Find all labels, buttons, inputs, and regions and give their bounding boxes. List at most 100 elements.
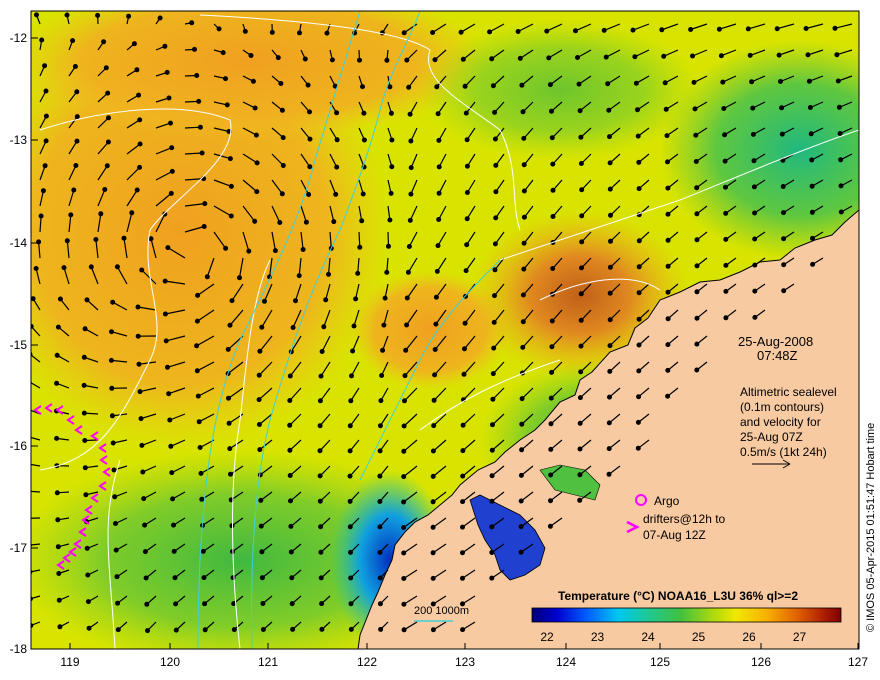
velocity-arrow-head (518, 498, 524, 504)
velocity-arrow-head (258, 523, 264, 529)
velocity-arrow-head (487, 29, 493, 35)
velocity-arrow-head (489, 498, 495, 504)
velocity-arrow-head (694, 341, 700, 347)
velocity-arrow-head (279, 107, 285, 113)
velocity-arrow-head (464, 242, 470, 248)
velocity-arrow-head (665, 342, 671, 348)
velocity-arrow-head (434, 268, 440, 274)
velocity-arrow-head (781, 210, 786, 216)
velocity-arrow-head (105, 139, 111, 145)
velocity-arrow-head (576, 81, 582, 87)
velocity-arrow-head (435, 111, 441, 117)
velocity-arrow-head (167, 417, 173, 423)
velocity-arrow-head (722, 132, 728, 138)
velocity-arrow-head (229, 298, 235, 304)
velocity-arrow-head (305, 82, 311, 88)
velocity-arrow-head (463, 110, 469, 116)
velocity-arrow-head (81, 410, 87, 416)
velocity-arrow-head (377, 601, 383, 607)
lat-tick-label: -15 (10, 338, 28, 352)
velocity-arrow-head (136, 92, 142, 98)
velocity-arrow-head (693, 159, 699, 164)
velocity-arrow-head (577, 395, 583, 401)
velocity-arrow-head (289, 601, 295, 607)
velocity-arrow-head (83, 492, 89, 498)
velocity-arrow-head (139, 442, 145, 448)
velocity-arrow-head (202, 201, 208, 207)
velocity-arrow-head (102, 187, 108, 192)
velocity-arrow-head (194, 73, 200, 78)
drifters-label-line1: drifters@12h to (643, 512, 726, 526)
velocity-arrow-head (751, 184, 757, 190)
velocity-arrow-head (433, 294, 439, 300)
velocity-arrow-head (549, 318, 555, 324)
velocity-arrow-head (55, 517, 61, 523)
velocity-arrow-head (31, 296, 36, 302)
velocity-arrow-head (168, 190, 174, 196)
velocity-arrow-head (139, 267, 145, 273)
velocity-arrow-head (31, 463, 32, 466)
velocity-arrow-head (317, 398, 323, 404)
velocity-arrow-head (355, 270, 361, 276)
velocity-arrow-head (489, 56, 495, 62)
velocity-arrow-head (378, 398, 384, 404)
velocity-arrow-head (248, 53, 254, 58)
velocity-arrow-head (165, 364, 170, 370)
velocity-arrow-head (162, 43, 168, 49)
velocity-arrow-head (72, 64, 78, 69)
velocity-arrow-head (165, 245, 171, 251)
velocity-arrow-head (462, 320, 468, 326)
velocity-arrow-head (227, 446, 233, 452)
velocity-arrow-head (809, 157, 815, 163)
velocity-arrow-head (386, 243, 391, 249)
velocity-arrow-head (84, 545, 90, 551)
velocity-arrow-head (201, 575, 207, 581)
velocity-arrow-head (259, 575, 265, 581)
velocity-arrow-head (544, 28, 550, 34)
velocity-arrow-head (577, 497, 583, 503)
velocity-arrow-head (745, 26, 751, 32)
velocity-arrow-head (143, 575, 149, 581)
velocity-arrow-head (93, 237, 99, 242)
altimetry-legend-line: 25-Aug 07Z (740, 430, 803, 444)
velocity-arrow-head (430, 550, 436, 556)
velocity-arrow-head (287, 373, 293, 379)
velocity-arrow-head (256, 397, 262, 403)
velocity-arrow-head (579, 213, 585, 219)
velocity-arrow-head (776, 52, 782, 58)
velocity-arrow-head (401, 499, 407, 505)
velocity-arrow-head (810, 235, 815, 241)
velocity-arrow-head (169, 145, 175, 151)
velocity-arrow-head (636, 264, 642, 270)
velocity-arrow-head (256, 422, 262, 427)
velocity-arrow-head (635, 419, 641, 425)
velocity-arrow-head (307, 164, 313, 170)
velocity-arrow-head (252, 105, 258, 111)
velocity-arrow-head (835, 78, 841, 84)
velocity-arrow-head (227, 156, 233, 162)
velocity-arrow-head (121, 235, 127, 241)
velocity-arrow-head (163, 338, 169, 344)
velocity-arrow-head (493, 162, 499, 168)
velocity-arrow-head (606, 446, 612, 452)
velocity-arrow-head (518, 472, 524, 478)
cool-region-northcentral (420, 20, 700, 160)
velocity-arrow-head (492, 109, 498, 115)
velocity-arrow-head (194, 368, 200, 374)
velocity-arrow-head (31, 596, 33, 602)
velocity-arrow-head (780, 184, 786, 189)
velocity-arrow-head (253, 132, 259, 138)
velocity-arrow-head (57, 624, 63, 630)
altimetry-legend-line: 0.5m/s (1kt 24h) (740, 445, 827, 459)
velocity-arrow-head (199, 496, 205, 502)
velocity-arrow-head (359, 218, 365, 224)
velocity-arrow-head (334, 164, 340, 170)
velocity-arrow-head (357, 244, 363, 250)
velocity-arrow-head (57, 296, 63, 302)
velocity-arrow-head (104, 163, 110, 169)
velocity-arrow-head (723, 210, 729, 216)
velocity-arrow-head (380, 347, 386, 353)
velocity-arrow-head (806, 78, 812, 84)
velocity-arrow-head (579, 265, 584, 271)
velocity-arrow-head (832, 25, 838, 31)
